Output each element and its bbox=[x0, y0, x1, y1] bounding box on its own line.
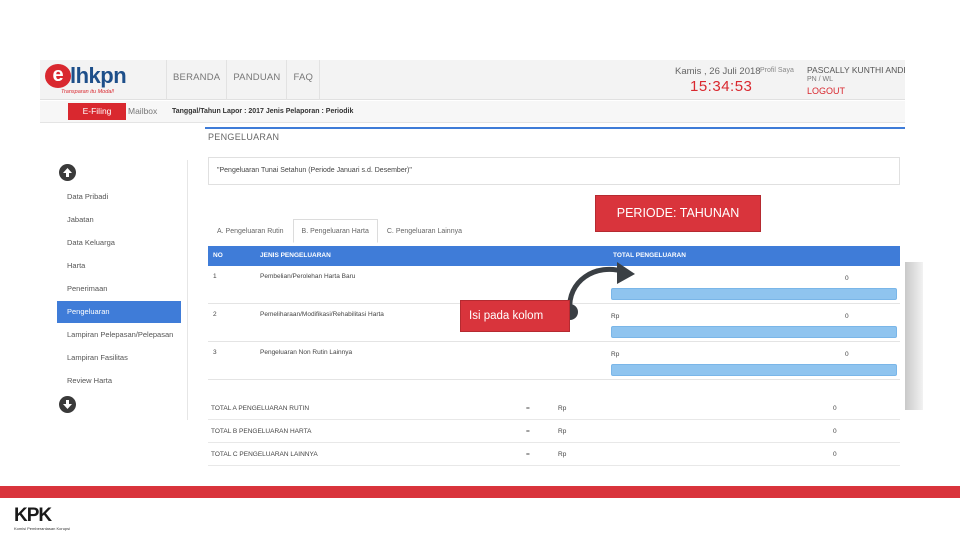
sidebar-item-lampiran-fasilitas[interactable]: Lampiran Fasilitas bbox=[57, 347, 181, 369]
total-input[interactable] bbox=[611, 288, 897, 300]
total-eq: = bbox=[526, 428, 530, 435]
total-eq: = bbox=[526, 451, 530, 458]
total-currency: Rp bbox=[558, 428, 567, 435]
sidebar-item-review-harta[interactable]: Review Harta bbox=[57, 370, 181, 392]
sidebar: Data Pribadi Jabatan Data Keluarga Harta… bbox=[57, 160, 188, 420]
kpk-subtitle: Komisi Pemberantasan Korupsi bbox=[14, 526, 71, 531]
periode-annotation: PERIODE: TAHUNAN bbox=[595, 195, 761, 232]
report-info: Tanggal/Tahun Lapor : 2017 Jenis Pelapor… bbox=[172, 108, 354, 115]
header-jenis: JENIS PENGELUARAN bbox=[260, 252, 331, 259]
section-header: PENGELUARAN bbox=[205, 127, 905, 145]
row-total-value: 0 bbox=[845, 313, 849, 320]
row-jenis: Pemeliharaan/Modifikasi/Rehabilitasi Har… bbox=[260, 311, 384, 318]
mailbox-tab[interactable]: Mailbox bbox=[128, 103, 157, 120]
elhkpn-logo[interactable]: e lhkpn Transparan itu Modal! bbox=[45, 64, 135, 98]
efiling-tab[interactable]: E-Filing bbox=[68, 103, 126, 120]
nav-panduan[interactable]: PANDUAN bbox=[226, 60, 286, 100]
scroll-up-icon[interactable] bbox=[59, 164, 76, 181]
main-nav: BERANDA PANDUAN FAQ bbox=[166, 60, 321, 100]
nav-faq[interactable]: FAQ bbox=[286, 60, 321, 100]
row-jenis: Pengeluaran Non Rutin Lainnya bbox=[260, 349, 353, 356]
table-row: 1 Pembelian/Perolehan Harta Baru 0 bbox=[208, 266, 900, 304]
sub-navbar: E-Filing Mailbox Tanggal/Tahun Lapor : 2… bbox=[40, 101, 905, 123]
isi-kolom-annotation: Isi pada kolom bbox=[460, 300, 570, 332]
sidebar-item-lampiran-pelepasan[interactable]: Lampiran Pelepasan/Pelepasan bbox=[57, 324, 181, 346]
total-currency: Rp bbox=[558, 451, 567, 458]
page-title: PENGELUARAN bbox=[208, 132, 280, 142]
sidebar-item-pengeluaran[interactable]: Pengeluaran bbox=[57, 301, 181, 323]
logout-link[interactable]: LOGOUT bbox=[807, 86, 845, 96]
row-no: 3 bbox=[213, 349, 217, 356]
total-label: TOTAL C PENGELUARAN LAINNYA bbox=[211, 451, 318, 458]
sidebar-item-harta[interactable]: Harta bbox=[57, 255, 181, 277]
profile-link[interactable]: Profil Saya bbox=[760, 67, 794, 74]
row-total-value: 0 bbox=[845, 275, 849, 282]
nav-beranda[interactable]: BERANDA bbox=[166, 60, 226, 100]
table-header: NO JENIS PENGELUARAN TOTAL PENGELUARAN bbox=[208, 246, 900, 266]
sidebar-item-data-pribadi[interactable]: Data Pribadi bbox=[57, 186, 181, 208]
total-row: TOTAL B PENGELUARAN HARTA = Rp 0 bbox=[208, 420, 900, 443]
tab-pengeluaran-lainnya[interactable]: C. Pengeluaran Lainnya bbox=[378, 219, 471, 243]
logo-wordmark: lhkpn bbox=[70, 63, 127, 88]
total-label: TOTAL B PENGELUARAN HARTA bbox=[211, 428, 312, 435]
table-row: 3 Pengeluaran Non Rutin Lainnya Rp 0 bbox=[208, 342, 900, 380]
header-no: NO bbox=[213, 252, 223, 259]
description-box: "Pengeluaran Tunai Setahun (Periode Janu… bbox=[208, 157, 900, 185]
tab-pengeluaran-rutin[interactable]: A. Pengeluaran Rutin bbox=[208, 219, 293, 243]
total-row: TOTAL C PENGELUARAN LAINNYA = Rp 0 bbox=[208, 443, 900, 466]
row-jenis: Pembelian/Perolehan Harta Baru bbox=[260, 273, 356, 280]
footer-bar bbox=[0, 486, 960, 498]
sidebar-item-data-keluarga[interactable]: Data Keluarga bbox=[57, 232, 181, 254]
total-input[interactable] bbox=[611, 364, 897, 376]
current-date: Kamis , 26 Juli 2018 bbox=[675, 66, 761, 77]
expense-tabs: A. Pengeluaran Rutin B. Pengeluaran Hart… bbox=[208, 219, 471, 243]
user-role: PN / WL bbox=[807, 76, 834, 83]
top-header: e lhkpn Transparan itu Modal! BERANDA PA… bbox=[40, 60, 905, 100]
tab-pengeluaran-harta[interactable]: B. Pengeluaran Harta bbox=[292, 219, 378, 243]
total-label: TOTAL A PENGELUARAN RUTIN bbox=[211, 405, 310, 412]
total-value: 0 bbox=[833, 405, 837, 412]
row-currency: Rp bbox=[611, 351, 620, 358]
sidebar-item-penerimaan[interactable]: Penerimaan bbox=[57, 278, 181, 300]
totals-section: TOTAL A PENGELUARAN RUTIN = Rp 0 TOTAL B… bbox=[208, 397, 900, 466]
lhkpn-app-window: e lhkpn Transparan itu Modal! BERANDA PA… bbox=[40, 60, 905, 480]
user-name: PASCALLY KUNTHI ANDINI bbox=[807, 65, 905, 75]
page-shadow bbox=[905, 262, 923, 410]
row-no: 1 bbox=[213, 273, 217, 280]
logo-tagline: Transparan itu Modal! bbox=[61, 89, 115, 95]
scroll-down-icon[interactable] bbox=[59, 396, 76, 413]
total-input[interactable] bbox=[611, 326, 897, 338]
description-text: "Pengeluaran Tunai Setahun (Periode Janu… bbox=[217, 167, 412, 174]
total-value: 0 bbox=[833, 451, 837, 458]
sidebar-item-jabatan[interactable]: Jabatan bbox=[57, 209, 181, 231]
total-currency: Rp bbox=[558, 405, 567, 412]
row-no: 2 bbox=[213, 311, 217, 318]
clock: 15:34:53 bbox=[690, 78, 753, 95]
logo-e-mark: e bbox=[45, 64, 71, 88]
kpk-logo: KPK Komisi Pemberantasan Korupsi bbox=[14, 506, 94, 536]
total-eq: = bbox=[526, 405, 530, 412]
row-total-value: 0 bbox=[845, 351, 849, 358]
total-row: TOTAL A PENGELUARAN RUTIN = Rp 0 bbox=[208, 397, 900, 420]
kpk-wordmark: KPK bbox=[14, 505, 52, 526]
total-value: 0 bbox=[833, 428, 837, 435]
